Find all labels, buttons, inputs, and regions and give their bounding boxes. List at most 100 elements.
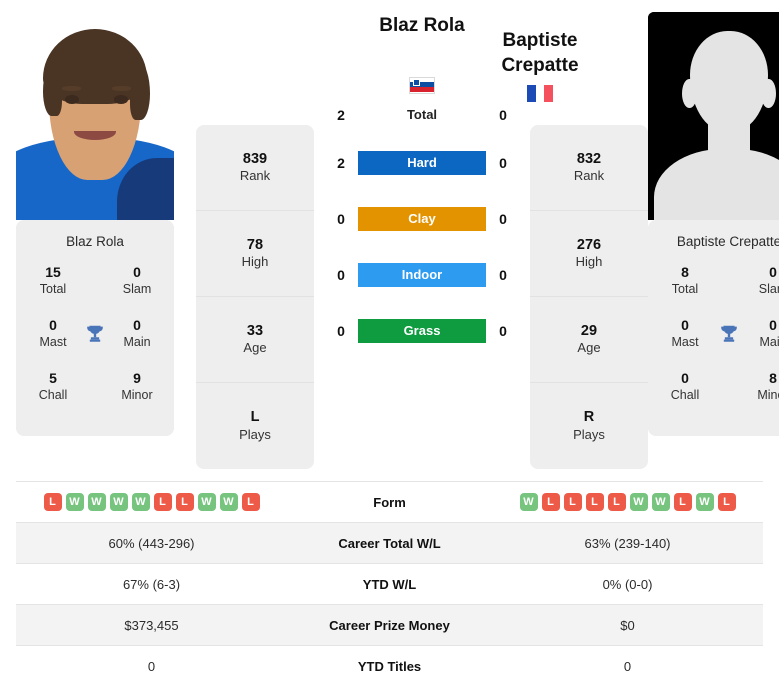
comparison-stats-table: LWWWWLLWWL Form WLLLLWWLWL 60% (443-296)…	[16, 481, 763, 686]
silhouette-ear-left	[682, 78, 697, 108]
right-ytd-titles: 0	[623, 658, 632, 674]
form-badge[interactable]: L	[241, 493, 260, 511]
right-player-photo[interactable]	[648, 12, 779, 220]
right-player-card-name: Baptiste Crepatte	[676, 234, 779, 249]
h2h-grass-right: 0	[499, 323, 507, 339]
form-badge[interactable]: L	[153, 493, 172, 511]
form-badge[interactable]: L	[717, 493, 736, 511]
left-age-label: Age	[243, 340, 267, 356]
h2h-grass-middle: Grass	[358, 319, 486, 343]
form-badge[interactable]: W	[131, 493, 150, 511]
trophy-icon	[82, 323, 108, 345]
right-chall-titles: 0 Chall	[662, 370, 708, 403]
left-rank-value: 839	[242, 150, 268, 167]
h2h-indoor-left: 0	[337, 267, 345, 283]
form-badge[interactable]: L	[43, 493, 62, 511]
france-flag-icon	[527, 85, 553, 103]
eyebrow-right-shape	[112, 85, 132, 91]
right-total-titles: 8 Total	[662, 264, 708, 297]
form-badge[interactable]: L	[175, 493, 194, 511]
form-badge[interactable]: W	[519, 493, 538, 511]
left-rank-label: Rank	[239, 168, 271, 184]
form-badge[interactable]: W	[219, 493, 238, 511]
silhouette-ear-right	[761, 78, 776, 108]
eye-right-shape	[113, 95, 129, 104]
left-slam-value: 0	[133, 264, 141, 281]
left-minor-value: 9	[133, 370, 141, 387]
form-badge[interactable]: L	[607, 493, 626, 511]
left-form-cell: LWWWWLLWWL	[16, 493, 287, 511]
h2h-indoor-row: 0 Indoor 0	[324, 260, 520, 290]
form-badge[interactable]: L	[563, 493, 582, 511]
form-badge[interactable]: W	[695, 493, 714, 511]
left-player-photo[interactable]	[16, 12, 174, 220]
table-row: 67% (6-3) YTD W/L 0% (0-0)	[16, 563, 763, 604]
table-row: 0 YTD Titles 0	[16, 645, 763, 686]
right-flag-row	[470, 85, 610, 103]
right-high-cell: 276 High	[530, 211, 648, 297]
right-player-name[interactable]: Baptiste Crepatte	[470, 28, 610, 78]
form-badge[interactable]: W	[65, 493, 84, 511]
row-label-ytd-wl: YTD W/L	[362, 576, 417, 592]
right-age-cell: 29 Age	[530, 297, 648, 383]
right-titles-row-3: 0 Chall 8 Minor	[648, 370, 779, 423]
h2h-hard-right: 0	[499, 155, 507, 171]
form-badge[interactable]: W	[651, 493, 670, 511]
right-rank-value: 832	[576, 150, 602, 167]
form-badge[interactable]: L	[585, 493, 604, 511]
surface-badge-clay[interactable]: Clay	[358, 207, 486, 231]
left-total-titles: 15 Total	[30, 264, 76, 297]
hair-right-shape	[129, 61, 151, 121]
left-chall-titles: 5 Chall	[30, 370, 76, 403]
surface-badge-grass[interactable]: Grass	[358, 319, 486, 343]
placeholder-avatar-icon	[648, 12, 779, 220]
left-titles-row-1: 15 Total 0 Slam	[16, 264, 174, 317]
left-high-value: 78	[246, 236, 264, 253]
left-chall-label: Chall	[38, 387, 68, 402]
form-badge[interactable]: W	[109, 493, 128, 511]
right-ytd-wl: 0% (0-0)	[602, 576, 653, 592]
right-chall-value: 0	[681, 370, 689, 387]
h2h-grass-row: 0 Grass 0	[324, 316, 520, 346]
right-form-cell: WLLLLWWLWL	[492, 493, 763, 511]
form-badge[interactable]: L	[673, 493, 692, 511]
surface-badge-hard[interactable]: Hard	[358, 151, 486, 175]
right-rank-cell: 832 Rank	[530, 125, 648, 211]
left-prize-money: $373,455	[124, 617, 179, 633]
left-total-value: 15	[45, 264, 61, 281]
row-label-form: Form	[373, 494, 406, 510]
h2h-hard-middle: Hard	[358, 151, 486, 175]
right-total-value: 8	[681, 264, 689, 281]
surface-badge-indoor[interactable]: Indoor	[358, 263, 486, 287]
eyebrow-left-shape	[61, 85, 81, 91]
eye-left-shape	[64, 95, 80, 104]
silhouette-body-shape	[654, 149, 779, 220]
left-slam-titles: 0 Slam	[114, 264, 160, 297]
right-player-column: Baptiste Crepatte 8 Total 0 Slam 0	[648, 0, 779, 436]
left-slam-label: Slam	[122, 281, 152, 296]
right-main-value: 0	[769, 317, 777, 334]
h2h-total-label: Total	[406, 107, 438, 122]
left-minor-label: Minor	[121, 387, 153, 402]
h2h-total-row: 2 Total 0	[324, 100, 520, 130]
left-mast-value: 0	[49, 317, 57, 334]
h2h-total-left: 2	[337, 107, 345, 123]
right-total-label: Total	[671, 281, 699, 296]
form-badge[interactable]: W	[87, 493, 106, 511]
form-badge[interactable]: W	[197, 493, 216, 511]
right-prize-money: $0	[620, 617, 635, 633]
h2h-indoor-right: 0	[499, 267, 507, 283]
left-player-column: Blaz Rola 15 Total 0 Slam 0 Mast 0 Main …	[16, 0, 174, 436]
right-age-value: 29	[580, 322, 598, 339]
hair-left-shape	[42, 61, 62, 116]
left-mast-titles: 0 Mast	[30, 317, 76, 350]
right-age-label: Age	[577, 340, 601, 356]
left-mast-label: Mast	[39, 334, 67, 349]
right-career-wl: 63% (239-140)	[584, 535, 671, 551]
right-high-label: High	[575, 254, 603, 270]
h2h-clay-row: 0 Clay 0	[324, 204, 520, 234]
form-badge[interactable]: W	[629, 493, 648, 511]
right-chall-label: Chall	[670, 387, 700, 402]
right-mast-label: Mast	[671, 334, 699, 349]
form-badge[interactable]: L	[541, 493, 560, 511]
